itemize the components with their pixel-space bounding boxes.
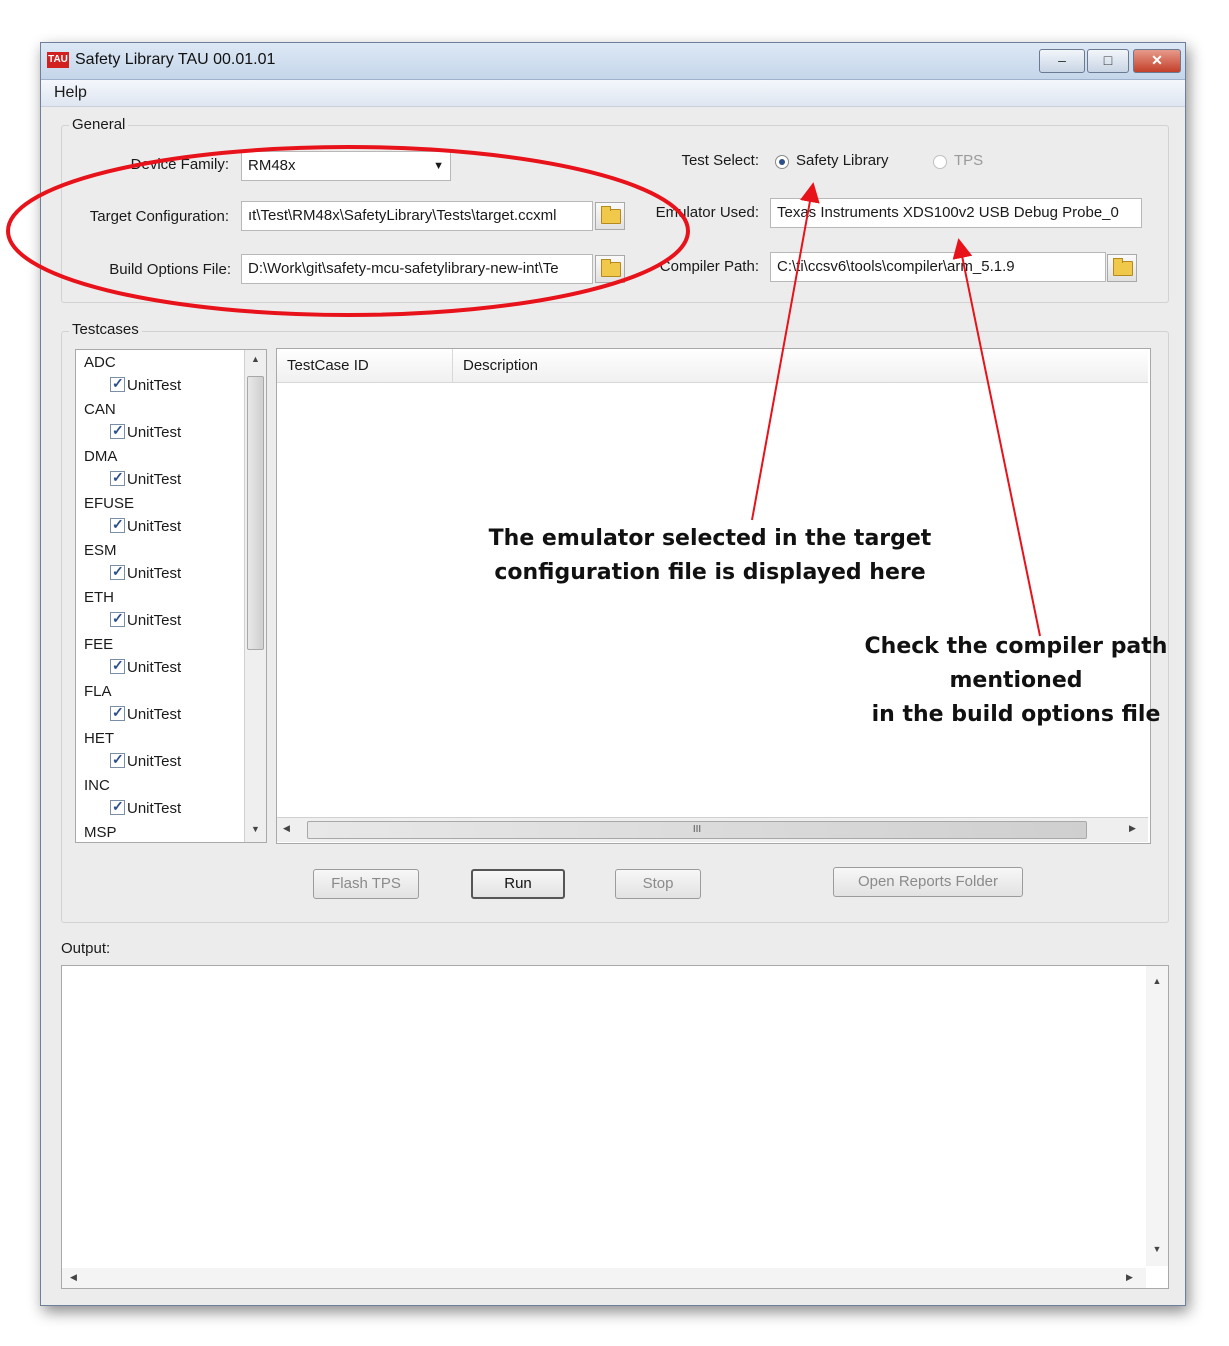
annotation-emulator-note: The emulator selected in the target conf… — [470, 522, 950, 590]
annotation-compiler-note: Check the compiler path mentioned in the… — [808, 630, 1224, 732]
annotation-arrow-compiler — [952, 238, 1041, 637]
annotation-line: Check the compiler path mentioned — [864, 634, 1168, 693]
annotation-line: in the build options file — [871, 702, 1161, 727]
annotation-arrow-emulator — [751, 182, 820, 521]
annotation-line: The emulator selected in the target — [488, 526, 932, 551]
annotation-line: configuration file is displayed here — [494, 560, 926, 585]
highlight-ellipse — [6, 145, 690, 317]
